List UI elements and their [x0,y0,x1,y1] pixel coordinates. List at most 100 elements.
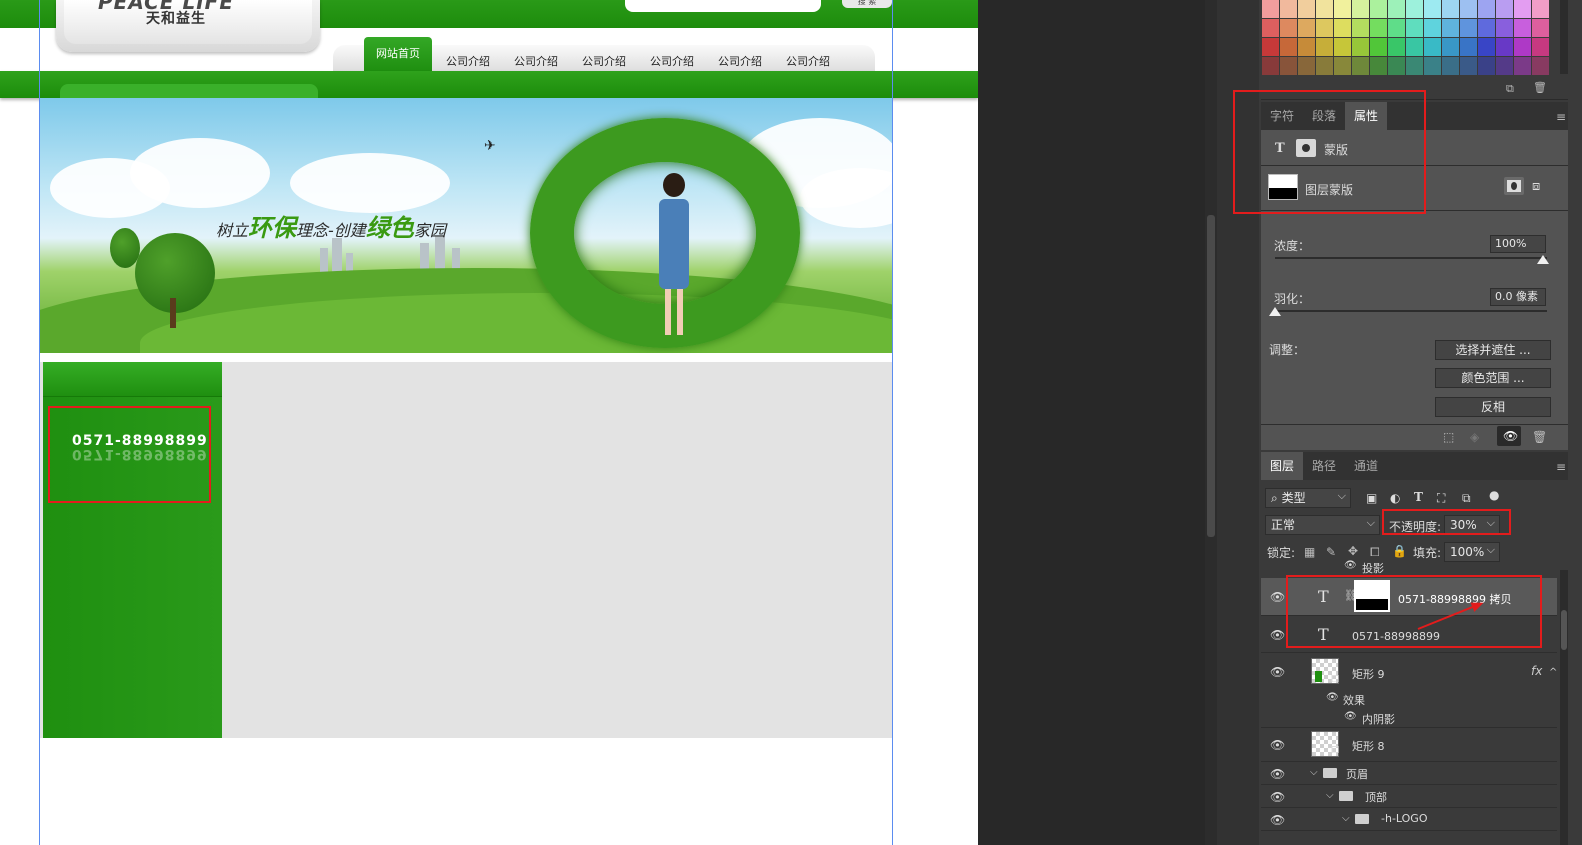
color-swatch[interactable] [1424,19,1441,37]
fx-icon[interactable]: fx [1531,664,1542,678]
color-swatch[interactable] [1424,38,1441,56]
color-swatch[interactable] [1514,38,1531,56]
lock-all-icon[interactable]: 🔒 [1392,544,1407,558]
filter-shape-icon[interactable]: ⛶ [1437,491,1445,506]
color-swatch[interactable] [1406,0,1423,18]
swatches-grid[interactable] [1262,0,1549,76]
nav-item[interactable]: 公司介绍 [786,53,830,69]
filter-pixel-icon[interactable]: ▣ [1366,491,1377,505]
filter-smart-object-icon[interactable]: ⧉ [1462,491,1471,506]
delete-mask-icon[interactable]: 🗑 [1532,430,1547,444]
color-swatch[interactable] [1460,19,1477,37]
eye-icon[interactable]: 👁 [1344,560,1357,571]
trash-icon[interactable]: 🗑 [1533,81,1547,94]
layer-filter-select[interactable]: ⌕ 类型 [1265,487,1351,508]
color-swatch[interactable] [1406,38,1423,56]
color-swatch[interactable] [1352,19,1369,37]
color-swatch[interactable] [1496,0,1513,18]
apply-mask-icon[interactable]: ◈ [1470,430,1479,444]
color-swatch[interactable] [1442,38,1459,56]
color-swatch[interactable] [1406,57,1423,75]
color-swatch[interactable] [1280,19,1297,37]
density-field[interactable]: 100% [1490,235,1546,253]
color-swatch[interactable] [1478,19,1495,37]
feather-slider-thumb[interactable] [1269,307,1281,316]
color-swatch[interactable] [1478,57,1495,75]
visibility-eye-icon[interactable]: 👁 [1270,767,1285,781]
document-canvas[interactable]: PEACE LIFE 天和益生 搜 索 网站首页 公司介绍 公司介绍 公司介绍 … [0,0,978,845]
color-swatch[interactable] [1262,38,1279,56]
eye-icon[interactable]: 👁 [1326,692,1339,703]
color-swatch[interactable] [1496,38,1513,56]
visibility-eye-icon[interactable]: 👁 [1270,790,1285,804]
layer-name[interactable]: -h-LOGO [1381,812,1428,825]
layers-scroll-thumb[interactable] [1561,610,1567,650]
color-swatch[interactable] [1334,19,1351,37]
chevron-down-icon[interactable]: ⌵ [1326,790,1334,801]
feather-slider[interactable] [1275,310,1547,312]
layer-name[interactable]: 顶部 [1365,789,1387,805]
color-swatch[interactable] [1424,57,1441,75]
color-swatch[interactable] [1316,57,1333,75]
swatches-scrollbar[interactable] [1560,0,1568,74]
visibility-eye-icon[interactable]: 👁 [1270,813,1285,827]
nav-item[interactable]: 公司介绍 [582,53,626,69]
lock-pixels-icon[interactable]: ✎ [1326,545,1336,559]
color-swatch[interactable] [1442,19,1459,37]
tab-layers[interactable]: 图层 [1261,452,1304,480]
color-swatch[interactable] [1514,19,1531,37]
color-swatch[interactable] [1514,57,1531,75]
color-swatch[interactable] [1388,19,1405,37]
layer-row-group-header[interactable] [1261,763,1557,785]
lock-artboard-icon[interactable]: ⧠ [1370,545,1380,560]
color-swatch[interactable] [1280,38,1297,56]
nav-home[interactable]: 网站首页 [364,37,432,71]
color-swatch[interactable] [1460,38,1477,56]
color-swatch[interactable] [1262,0,1279,18]
fill-field[interactable]: 100% [1444,541,1500,562]
new-swatch-icon[interactable]: ⧉ [1506,82,1514,96]
color-swatch[interactable] [1532,38,1549,56]
color-swatch[interactable] [1370,19,1387,37]
layer-name[interactable]: 矩形 8 [1352,738,1385,754]
select-and-mask-button[interactable]: 选择并遮住 ... [1435,340,1551,360]
layer-row-rect9[interactable] [1261,654,1557,690]
color-swatch[interactable] [1334,38,1351,56]
search-input[interactable] [625,0,821,12]
blend-mode-select[interactable]: 正常 [1265,514,1380,535]
panel-menu-icon[interactable]: ≡ [1556,110,1566,124]
filter-type-icon[interactable]: T [1414,490,1423,504]
color-swatch[interactable] [1298,38,1315,56]
add-pixel-mask-icon[interactable] [1504,177,1524,195]
color-swatch[interactable] [1262,19,1279,37]
search-button[interactable]: 搜 索 [842,0,892,8]
color-swatch[interactable] [1388,0,1405,18]
color-swatch[interactable] [1334,0,1351,18]
lock-position-icon[interactable]: ✥ [1348,544,1358,558]
color-swatch[interactable] [1460,0,1477,18]
color-swatch[interactable] [1370,0,1387,18]
color-swatch[interactable] [1514,0,1531,18]
load-selection-icon[interactable]: ⬚ [1443,430,1454,444]
color-swatch[interactable] [1316,38,1333,56]
nav-item[interactable]: 公司介绍 [446,53,490,69]
color-swatch[interactable] [1406,19,1423,37]
color-swatch[interactable] [1388,57,1405,75]
density-slider[interactable] [1275,257,1547,259]
color-swatch[interactable] [1442,57,1459,75]
layer-name[interactable]: 矩形 9 [1352,666,1385,682]
color-swatch[interactable] [1532,19,1549,37]
tab-channels[interactable]: 通道 [1345,452,1387,480]
color-swatch[interactable] [1532,0,1549,18]
color-swatch[interactable] [1478,0,1495,18]
color-swatch[interactable] [1352,38,1369,56]
visibility-eye-icon[interactable]: 👁 [1270,738,1285,752]
color-swatch[interactable] [1496,19,1513,37]
color-swatch[interactable] [1478,38,1495,56]
nav-item[interactable]: 公司介绍 [718,53,762,69]
filter-adjustment-icon[interactable]: ◐ [1390,491,1400,505]
filter-toggle-icon[interactable]: ● [1489,488,1499,502]
chevron-down-icon[interactable]: ⌵ [1310,767,1318,778]
density-slider-thumb[interactable] [1537,255,1549,264]
feather-field[interactable]: 0.0 像素 [1490,288,1546,306]
